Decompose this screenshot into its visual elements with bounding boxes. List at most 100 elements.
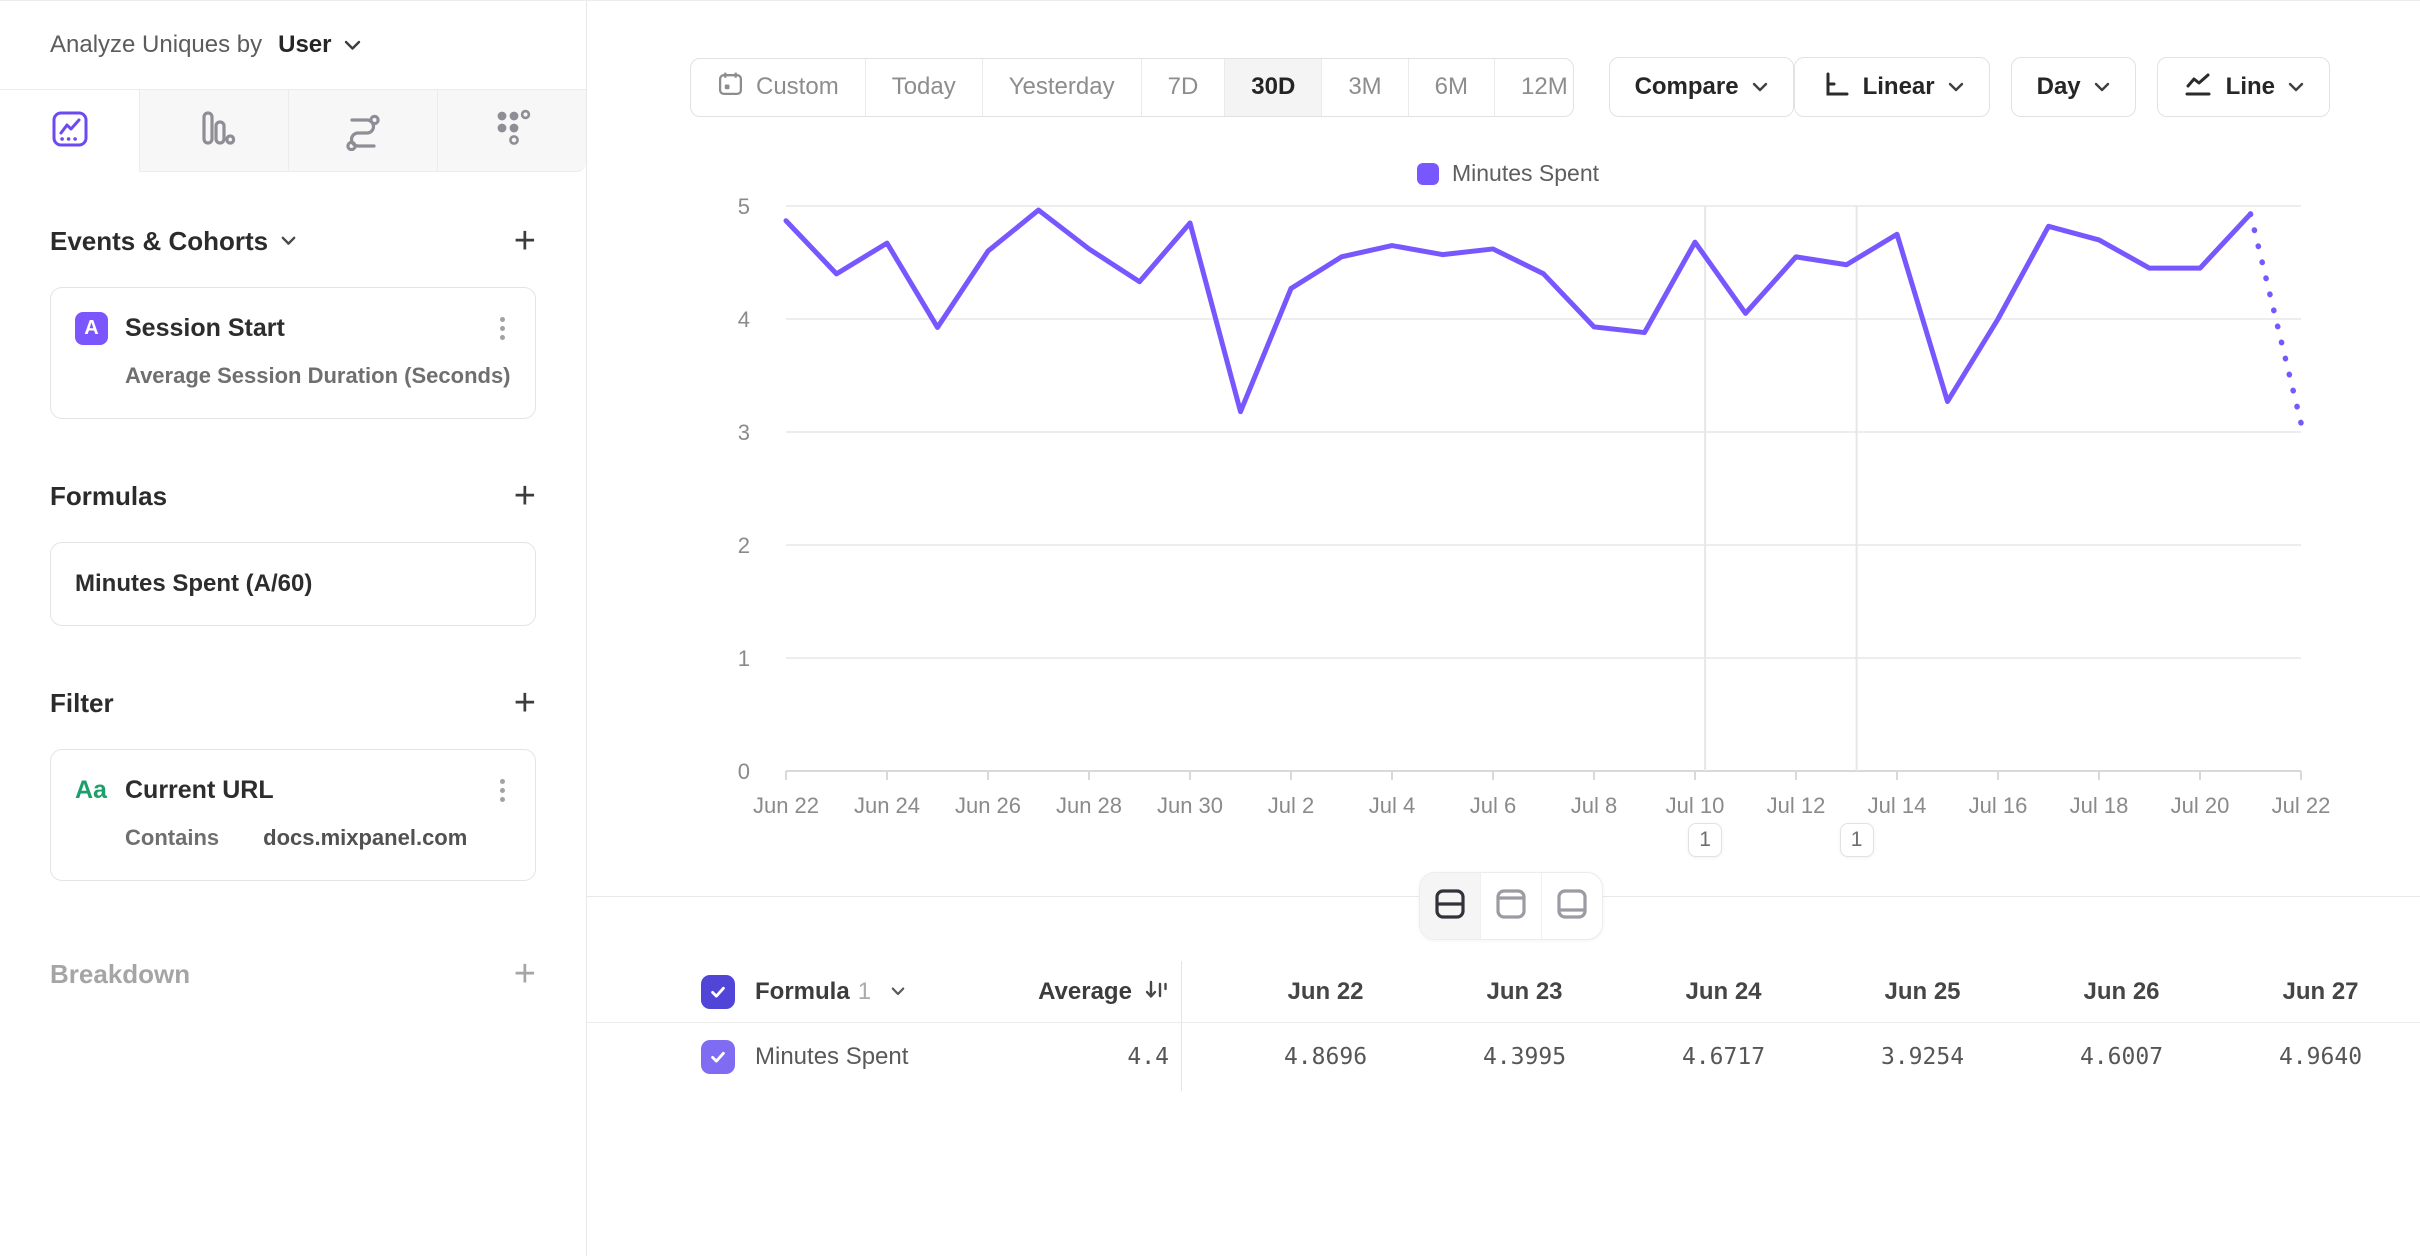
annotation-badge[interactable]: 1 — [1688, 823, 1722, 857]
date-column-headers: Jun 22Jun 23Jun 24Jun 25Jun 26Jun 27 — [1226, 961, 2420, 1022]
results-table: Formula 1 Average Jun 22Jun 23Jun 24Jun … — [587, 961, 2420, 1091]
series-label[interactable]: Minutes Spent — [755, 1043, 908, 1071]
formulas-section-header: Formulas + — [50, 477, 536, 515]
filter-property-name[interactable]: Current URL — [125, 776, 274, 805]
query-builder-content: Events & Cohorts + A Session Start Avera… — [0, 172, 586, 993]
chart-type-tabs — [0, 90, 586, 172]
svg-text:Jul 18: Jul 18 — [2070, 793, 2129, 818]
svg-text:Jun 24: Jun 24 — [854, 793, 920, 818]
chevron-down-icon — [1752, 82, 1768, 92]
chevron-down-icon[interactable] — [344, 40, 361, 51]
add-breakdown-button[interactable]: + — [514, 955, 536, 993]
date-cell-value: 4.3995 — [1425, 1023, 1624, 1091]
tab-bar-chart[interactable] — [139, 90, 288, 172]
svg-text:Jul 14: Jul 14 — [1868, 793, 1927, 818]
range-7d[interactable]: 7D — [1141, 59, 1225, 116]
chart-type-label: Line — [2226, 73, 2275, 101]
chevron-down-icon[interactable] — [281, 236, 296, 246]
scale-button[interactable]: Linear — [1794, 57, 1990, 117]
range-yesterday[interactable]: Yesterday — [982, 59, 1141, 116]
svg-text:Jun 22: Jun 22 — [753, 793, 819, 818]
compare-label: Compare — [1635, 73, 1739, 101]
svg-text:Jul 22: Jul 22 — [2272, 793, 2331, 818]
svg-text:Jul 10: Jul 10 — [1666, 793, 1725, 818]
add-formula-button[interactable]: + — [514, 477, 536, 515]
analyze-label: Analyze Uniques by — [50, 31, 262, 59]
select-all-checkbox[interactable] — [701, 975, 735, 1009]
compare-button[interactable]: Compare — [1609, 57, 1794, 117]
range-6m[interactable]: 6M — [1408, 59, 1494, 116]
tab-insights-line[interactable] — [0, 90, 139, 172]
filter-section-header: Filter + — [50, 684, 536, 722]
events-cohorts-section-header: Events & Cohorts + — [50, 222, 536, 260]
svg-text:Jul 2: Jul 2 — [1268, 793, 1314, 818]
svg-text:Jul 20: Jul 20 — [2171, 793, 2230, 818]
date-column-header[interactable]: Jun 22 — [1226, 961, 1425, 1022]
svg-text:Jun 30: Jun 30 — [1157, 793, 1223, 818]
chart-toolbar: CustomTodayYesterday7D30D3M6M12M Compare… — [690, 57, 2330, 117]
chevron-down-icon[interactable] — [891, 987, 905, 996]
view-split-button[interactable] — [1420, 873, 1480, 939]
date-column-header[interactable]: Jun 25 — [1823, 961, 2022, 1022]
svg-text:Jul 8: Jul 8 — [1571, 793, 1617, 818]
date-column-header[interactable]: Jun 26 — [2022, 961, 2221, 1022]
svg-text:0: 0 — [738, 759, 750, 784]
range-today[interactable]: Today — [865, 59, 982, 116]
view-chart-only-button[interactable] — [1480, 873, 1541, 939]
tab-flow[interactable] — [288, 90, 437, 172]
flow-icon — [340, 105, 386, 156]
scale-label: Linear — [1863, 73, 1935, 101]
sort-icon[interactable] — [1142, 976, 1169, 1008]
svg-text:Jun 28: Jun 28 — [1056, 793, 1122, 818]
svg-text:5: 5 — [738, 194, 750, 219]
series-checkbox[interactable] — [701, 1040, 735, 1074]
view-layout-toggle — [1419, 872, 1603, 940]
chart-display-controls: Linear Day Line — [1794, 57, 2330, 117]
annotation-badge[interactable]: 1 — [1840, 823, 1874, 857]
svg-text:2: 2 — [738, 533, 750, 558]
date-column-header[interactable]: Jun 23 — [1425, 961, 1624, 1022]
bottom-panel-icon — [1554, 886, 1590, 927]
filter-operator[interactable]: Contains — [125, 825, 219, 851]
formula-column-header[interactable]: Formula — [755, 978, 850, 1006]
events-cohorts-title: Events & Cohorts — [50, 226, 268, 257]
kebab-menu-icon[interactable] — [494, 773, 511, 808]
svg-text:Jul 6: Jul 6 — [1470, 793, 1516, 818]
chart-type-button[interactable]: Line — [2157, 57, 2330, 117]
event-card[interactable]: A Session Start Average Session Duration… — [50, 287, 536, 419]
date-cell-value: 3.9254 — [1823, 1023, 2022, 1091]
average-column-header[interactable]: Average — [1038, 978, 1132, 1006]
event-aggregation[interactable]: Average Session Duration (Seconds) — [125, 363, 511, 389]
range-custom[interactable]: Custom — [691, 59, 865, 116]
svg-text:Jul 16: Jul 16 — [1969, 793, 2028, 818]
formula-expression[interactable]: Minutes Spent (A/60) — [75, 570, 312, 597]
line-chart[interactable]: 012345Jun 22Jun 24Jun 26Jun 28Jun 30Jul … — [587, 121, 2420, 881]
filter-value[interactable]: docs.mixpanel.com — [263, 825, 467, 851]
tab-retention-grid[interactable] — [437, 90, 586, 172]
filter-title: Filter — [50, 688, 114, 719]
interval-label: Day — [2037, 73, 2081, 101]
breakdown-section-header: Breakdown + — [50, 955, 536, 993]
range-30d[interactable]: 30D — [1224, 59, 1321, 116]
filter-card[interactable]: Aa Current URL Contains docs.mixpanel.co… — [50, 749, 536, 881]
calendar-icon — [717, 70, 744, 104]
breakdown-title: Breakdown — [50, 959, 190, 990]
average-value: 4.4 — [1127, 1044, 1169, 1070]
analyze-value-dropdown[interactable]: User — [278, 31, 331, 59]
kebab-menu-icon[interactable] — [494, 311, 511, 346]
add-event-button[interactable]: + — [514, 222, 536, 260]
svg-text:3: 3 — [738, 420, 750, 445]
date-column-header[interactable]: Jun 24 — [1624, 961, 1823, 1022]
event-name[interactable]: Session Start — [125, 314, 285, 343]
query-builder-sidebar: Analyze Uniques by User — [0, 1, 587, 1256]
svg-text:4: 4 — [738, 307, 750, 332]
date-cell-value: 4.6007 — [2022, 1023, 2221, 1091]
date-column-header[interactable]: Jun 27 — [2221, 961, 2420, 1022]
interval-button[interactable]: Day — [2011, 57, 2136, 117]
add-filter-button[interactable]: + — [514, 684, 536, 722]
range-12m[interactable]: 12M — [1494, 59, 1574, 116]
view-table-only-button[interactable] — [1541, 873, 1602, 939]
chevron-down-icon — [2288, 82, 2304, 92]
formula-card[interactable]: Minutes Spent (A/60) — [50, 542, 536, 626]
range-3m[interactable]: 3M — [1321, 59, 1407, 116]
